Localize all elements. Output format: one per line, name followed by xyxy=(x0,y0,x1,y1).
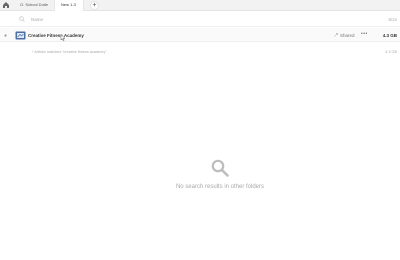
folder-icon xyxy=(15,31,26,40)
match-detail-size: 4.3 GB xyxy=(385,50,397,54)
app-window: O. School Dutie New 1-3 + Name Size Crea… xyxy=(0,0,400,260)
shared-label[interactable]: Shared xyxy=(340,33,355,38)
match-detail-text: * Artistic matches “creative fitness aca… xyxy=(32,50,107,54)
search-icon[interactable] xyxy=(19,16,25,22)
result-title[interactable]: Creative Fitness Academy xyxy=(28,33,84,38)
column-header-row: Name Size xyxy=(0,12,400,27)
result-size: 4.3 GB xyxy=(382,32,397,38)
empty-state-message: No search results in other folders xyxy=(175,184,265,190)
table-row[interactable]: Creative Fitness Academy Shared ••• 4.3 … xyxy=(0,28,400,42)
new-tab-button[interactable]: + xyxy=(90,1,99,10)
tab-bar: O. School Dutie New 1-3 + xyxy=(0,0,400,11)
magnifier-icon xyxy=(211,159,229,177)
home-icon[interactable] xyxy=(2,1,10,9)
column-size-header[interactable]: Size xyxy=(388,17,397,22)
match-detail-row: * Artistic matches “creative fitness aca… xyxy=(0,48,400,57)
mouse-cursor-icon xyxy=(60,34,66,41)
tab-school-dutie[interactable]: O. School Dutie xyxy=(14,0,52,11)
tab-new[interactable]: New 1-3 xyxy=(54,0,84,11)
more-options-button[interactable]: ••• xyxy=(361,31,368,37)
column-name-header[interactable]: Name xyxy=(31,17,43,22)
shared-icon xyxy=(334,33,338,37)
drag-handle-icon[interactable] xyxy=(4,34,7,37)
